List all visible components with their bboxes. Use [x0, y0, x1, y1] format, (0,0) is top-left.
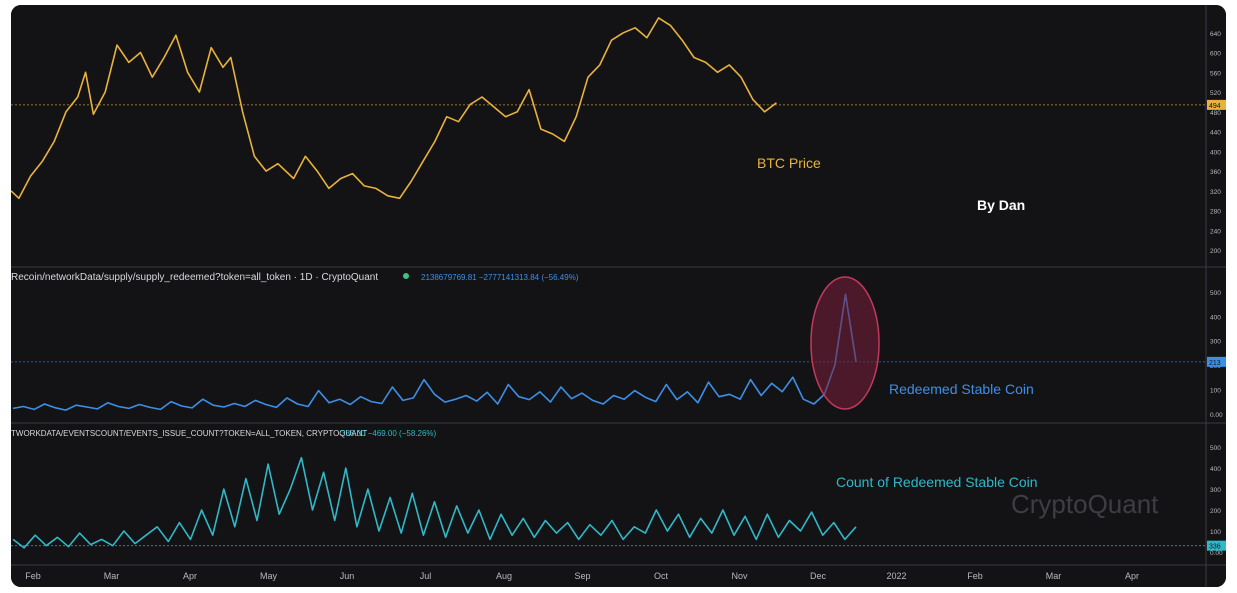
spike-highlight — [810, 276, 880, 410]
last-value-label: 213 — [1209, 360, 1221, 367]
redeemed-label: Redeemed Stable Coin — [889, 381, 1034, 397]
y-tick-label: 500 — [1210, 445, 1221, 452]
x-tick-label: Apr — [183, 571, 197, 581]
redeemed-pane-title: Recoin/networkData/supply/supply_redeeme… — [11, 272, 378, 283]
y-tick-label: 400 — [1210, 314, 1221, 321]
y-tick-label: 0.00 — [1210, 550, 1223, 557]
chart-frame: 200 240 280 320 360 400 440 480 520 560 600 640 494 … — [11, 5, 1226, 587]
x-tick-label: Jul — [420, 571, 432, 581]
x-tick-label: Feb — [25, 571, 41, 581]
x-tick-label: Nov — [731, 571, 748, 581]
y-tick-label: 400 — [1210, 466, 1221, 473]
last-value-label: 494 — [1209, 103, 1221, 110]
y-tick-label: 240 — [1210, 228, 1221, 235]
x-tick-label: Mar — [1046, 571, 1062, 581]
y-tick-label: 640 — [1210, 31, 1221, 38]
y-tick-label: 520 — [1210, 90, 1221, 97]
x-tick-label: Dec — [810, 571, 827, 581]
x-tick-label: Apr — [1125, 571, 1139, 581]
redeemed-legend-values: 2138679769.81 −2777141313.84 (−56.49%) — [421, 273, 579, 282]
x-tick-label: Aug — [496, 571, 512, 581]
y-tick-label: 100 — [1210, 387, 1221, 394]
y-tick-label: 360 — [1210, 169, 1221, 176]
y-tick-label: 400 — [1210, 149, 1221, 156]
y-tick-label: 480 — [1210, 110, 1221, 117]
y-tick-label: 560 — [1210, 70, 1221, 77]
count-legend-values: 336.00 −469.00 (−58.26%) — [341, 429, 437, 438]
y-tick-label: 300 — [1210, 339, 1221, 346]
y-tick-label: 0.00 — [1210, 412, 1223, 419]
count-pane-title: TWORKDATA/EVENTSCOUNT/EVENTS_ISSUE_COUNT… — [11, 429, 367, 438]
x-tick-label: May — [260, 571, 278, 581]
x-tick-label: Oct — [654, 571, 669, 581]
count-label: Count of Redeemed Stable Coin — [836, 474, 1038, 490]
y-tick-label: 320 — [1210, 189, 1221, 196]
watermark: CryptoQuant — [1011, 489, 1159, 519]
y-tick-label: 280 — [1210, 209, 1221, 216]
x-tick-label: Feb — [967, 571, 983, 581]
x-tick-label: Mar — [104, 571, 120, 581]
y-tick-label: 200 — [1210, 248, 1221, 255]
y-tick-label: 100 — [1210, 529, 1221, 536]
y-tick-label: 600 — [1210, 51, 1221, 58]
x-axis: Feb Mar Apr May Jun Jul Aug Sep Oct Nov Dec 2022 Feb… — [25, 571, 1139, 581]
status-dot — [403, 273, 409, 279]
btc-price-label: BTC Price — [757, 155, 821, 171]
x-tick-label: 2022 — [886, 571, 906, 581]
last-value-label: 336 — [1209, 544, 1221, 551]
y-tick-label: 300 — [1210, 487, 1221, 494]
chart-canvas: 200240280320360400440480520560600640494 … — [11, 5, 1226, 587]
y-tick-label: 500 — [1210, 290, 1221, 297]
y-tick-label: 200 — [1210, 508, 1221, 515]
x-tick-label: Sep — [574, 571, 590, 581]
x-tick-label: Jun — [340, 571, 355, 581]
author-label: By Dan — [977, 197, 1025, 213]
y-tick-label: 440 — [1210, 130, 1221, 137]
